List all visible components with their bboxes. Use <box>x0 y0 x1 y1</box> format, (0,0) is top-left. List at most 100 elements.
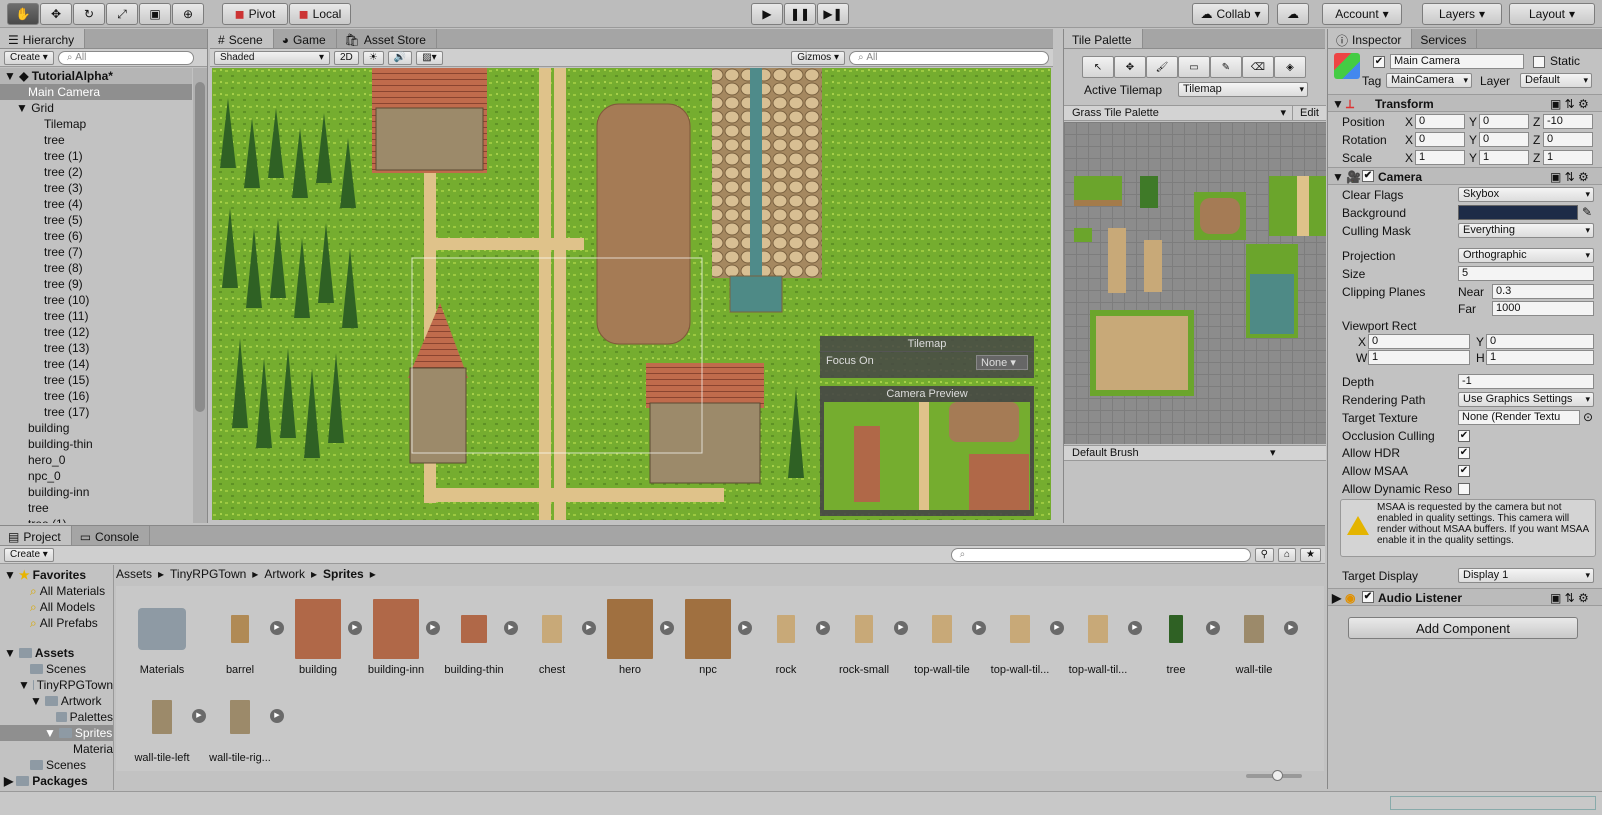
eraser-tool-button[interactable]: ⌫ <box>1242 56 1274 78</box>
fill-tool-button[interactable]: ◈ <box>1274 56 1306 78</box>
tree-scenes-2[interactable]: Scenes <box>0 757 113 773</box>
brush-dropdown[interactable]: Default Brush ▾ <box>1064 445 1326 461</box>
tab-project[interactable]: ▤ Project <box>0 526 72 545</box>
hierarchy-item[interactable]: tree (14) <box>0 356 192 372</box>
component-menu-icons[interactable]: ▣ ⇅ ⚙ <box>1550 97 1589 111</box>
scale-z[interactable]: 1 <box>1543 150 1593 165</box>
tag-dropdown[interactable]: MainCamera <box>1386 73 1472 88</box>
position-x[interactable]: 0 <box>1415 114 1465 129</box>
hierarchy-item[interactable]: tree (5) <box>0 212 192 228</box>
near-field[interactable]: 0.3 <box>1492 284 1594 299</box>
asset-item[interactable]: wall-tile-rig... <box>204 686 276 764</box>
asset-item[interactable]: rock <box>750 598 822 676</box>
hierarchy-item[interactable]: tree (10) <box>0 292 192 308</box>
hierarchy-item[interactable]: tree (3) <box>0 180 192 196</box>
hierarchy-item[interactable]: ▼ Grid <box>0 100 192 116</box>
hierarchy-item[interactable]: Tilemap <box>0 116 192 132</box>
project-search-input[interactable]: ⌕ <box>950 547 1251 562</box>
palette-grid[interactable] <box>1064 122 1326 444</box>
breadcrumb-artwork[interactable]: Artwork <box>264 567 305 581</box>
box-fill-tool-button[interactable]: ▭ <box>1178 56 1210 78</box>
component-menu-icons[interactable]: ▣ ⇅ ⚙ <box>1550 591 1589 605</box>
palette-tile-rock-col[interactable] <box>1108 228 1126 293</box>
focus-on-dropdown[interactable]: None ▾ <box>976 355 1028 370</box>
audio-listener-header[interactable]: ▶ ◉ ✔ Audio Listener ▣ ⇅ ⚙ <box>1328 588 1602 606</box>
allow-hdr-checkbox[interactable]: ✔ <box>1458 447 1470 459</box>
cloud-button[interactable]: ☁ <box>1277 3 1309 25</box>
hierarchy-item[interactable]: Main Camera <box>0 84 192 100</box>
pause-button[interactable]: ❚❚ <box>784 3 816 25</box>
breadcrumb-sprites[interactable]: Sprites <box>323 567 364 581</box>
tab-tile-palette[interactable]: Tile Palette <box>1064 29 1143 48</box>
hierarchy-item[interactable]: tree (7) <box>0 244 192 260</box>
hierarchy-item[interactable]: tree (12) <box>0 324 192 340</box>
active-tilemap-dropdown[interactable]: Tilemap <box>1178 82 1308 97</box>
hierarchy-item[interactable]: tree (2) <box>0 164 192 180</box>
expand-sprite-icon[interactable]: ▶ <box>1284 621 1298 635</box>
tab-scene[interactable]: # Scene <box>210 29 274 48</box>
hierarchy-item[interactable]: building-inn <box>0 484 192 500</box>
step-button[interactable]: ▶❚ <box>817 3 849 25</box>
filter-by-label-button[interactable]: ⌂ <box>1277 547 1297 562</box>
rect-tool-button[interactable]: ▣ <box>139 3 171 25</box>
asset-item[interactable]: rock-small <box>828 598 900 676</box>
collab-dropdown[interactable]: ☁ Collab ▾ <box>1192 3 1269 25</box>
viewport-y[interactable]: 0 <box>1486 334 1594 349</box>
hierarchy-item[interactable]: tree (11) <box>0 308 192 324</box>
hierarchy-item[interactable]: tree (9) <box>0 276 192 292</box>
asset-item[interactable]: building-inn <box>360 598 432 676</box>
tab-console[interactable]: ▭ Console <box>72 526 151 545</box>
hierarchy-item[interactable]: tree (16) <box>0 388 192 404</box>
hierarchy-item[interactable]: npc_0 <box>0 468 192 484</box>
favorites-row[interactable]: ▼ ★ Favorites <box>0 567 113 583</box>
fav-all-models[interactable]: ⌕ All Models <box>0 599 113 615</box>
lighting-toggle[interactable]: ☀ <box>362 50 384 65</box>
select-tool-button[interactable]: ↖ <box>1082 56 1114 78</box>
tab-services[interactable]: Services <box>1412 29 1478 48</box>
palette-tile-grass[interactable] <box>1074 228 1092 242</box>
background-color-swatch[interactable] <box>1458 205 1578 220</box>
hierarchy-scrollbar[interactable] <box>193 68 207 523</box>
tree-scenes[interactable]: Scenes <box>0 661 113 677</box>
palette-tile-bush[interactable] <box>1140 176 1158 208</box>
viewport-h[interactable]: 1 <box>1486 350 1594 365</box>
local-toggle[interactable]: ◼ Local <box>289 3 351 25</box>
asset-item[interactable]: barrel <box>204 598 276 676</box>
layout-dropdown[interactable]: Layout ▾ <box>1509 3 1595 25</box>
tab-game[interactable]: ◕ Game <box>274 29 337 48</box>
breadcrumb-tinyrpgtown[interactable]: TinyRPGTown <box>170 567 246 581</box>
pivot-toggle[interactable]: ◼ Pivot <box>222 3 288 25</box>
add-component-button[interactable]: Add Component <box>1348 617 1578 639</box>
fav-all-materials[interactable]: ⌕ All Materials <box>0 583 113 599</box>
thumbnail-size-slider[interactable] <box>1246 770 1302 781</box>
palette-dropdown[interactable]: Grass Tile Palette ▾ <box>1064 106 1292 120</box>
hierarchy-item[interactable]: tree <box>0 132 192 148</box>
asset-item[interactable]: building-thin <box>438 598 510 676</box>
assets-row[interactable]: ▼ Assets <box>0 645 113 661</box>
audio-toggle[interactable]: 🔊 <box>387 50 413 65</box>
culling-mask-dropdown[interactable]: Everything <box>1458 223 1594 238</box>
tab-hierarchy[interactable]: ☰ Hierarchy <box>0 29 86 48</box>
tab-inspector[interactable]: ⓘ Inspector <box>1328 29 1413 48</box>
allow-dynamic-resolution-checkbox[interactable] <box>1458 483 1470 495</box>
camera-enabled-checkbox[interactable]: ✔ <box>1362 170 1374 182</box>
transform-header[interactable]: ▼ ⟂ Transform ▣ ⇅ ⚙ <box>1328 94 1602 112</box>
position-y[interactable]: 0 <box>1479 114 1529 129</box>
tab-asset-store[interactable]: 🛍 Asset Store <box>337 29 437 48</box>
account-dropdown[interactable]: Account ▾ <box>1322 3 1402 25</box>
occlusion-culling-checkbox[interactable]: ✔ <box>1458 430 1470 442</box>
active-checkbox[interactable]: ✔ <box>1373 56 1385 68</box>
palette-tile-path[interactable] <box>1269 176 1326 236</box>
scale-tool-button[interactable]: ⤢ <box>106 3 138 25</box>
scrollbar-thumb[interactable] <box>195 82 205 412</box>
breadcrumb-assets[interactable]: Assets <box>116 567 152 581</box>
move-tool-button[interactable]: ✥ <box>40 3 72 25</box>
asset-item[interactable]: wall-tile <box>1218 598 1290 676</box>
hierarchy-item[interactable]: building-thin <box>0 436 192 452</box>
tree-materials[interactable]: Materials <box>0 741 113 757</box>
position-z[interactable]: -10 <box>1543 114 1593 129</box>
picker-tool-button[interactable]: ✎ <box>1210 56 1242 78</box>
move-tool-button[interactable]: ✥ <box>1114 56 1146 78</box>
favorites-button[interactable]: ★ <box>1300 547 1321 562</box>
tree-artwork[interactable]: ▼ Artwork <box>0 693 113 709</box>
